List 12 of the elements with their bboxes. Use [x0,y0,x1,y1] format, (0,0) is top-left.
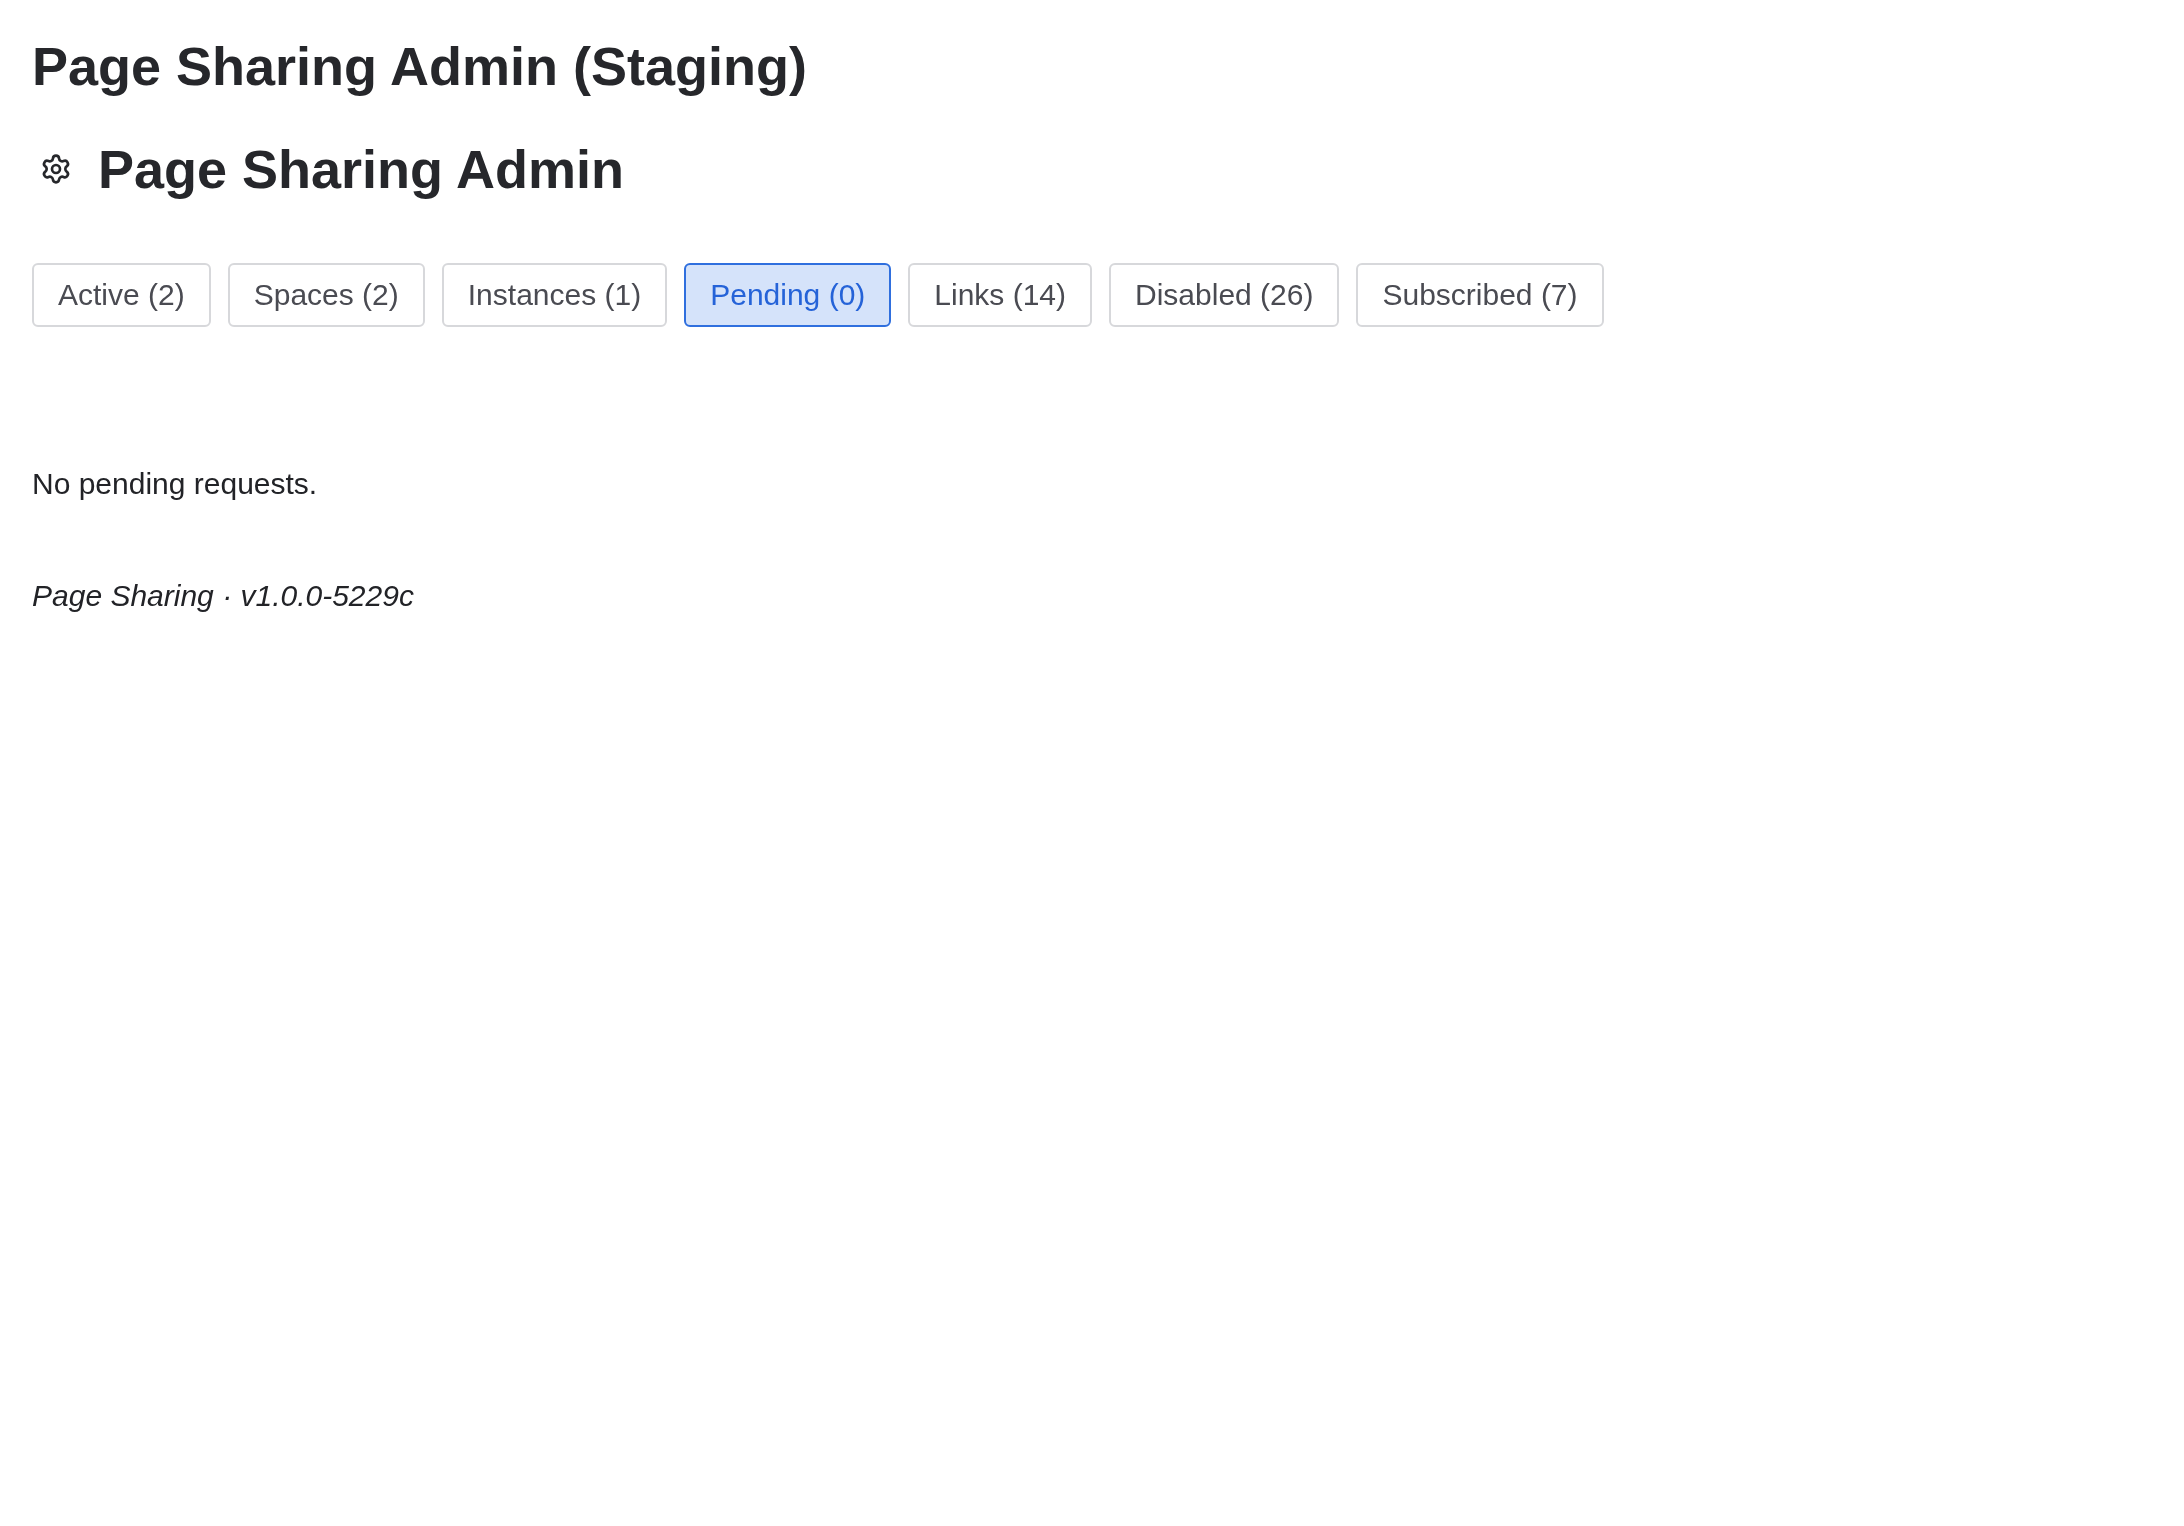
tab[interactable]: Links (14) [908,263,1093,327]
tab[interactable]: Spaces (2) [227,263,425,327]
tab[interactable]: Instances (1) [441,263,668,327]
tab[interactable]: Subscribed (7) [1356,263,1604,327]
tab[interactable]: Pending (0) [684,263,892,327]
page-title: Page Sharing Admin (Staging) [32,35,808,97]
tab[interactable]: Disabled (26) [1109,263,1340,327]
empty-message: No pending requests. [32,466,318,502]
gear-icon [40,153,72,185]
tab[interactable]: Active (2) [32,263,211,327]
version-footer: Page Sharing · v1.0.0-5229c [32,578,414,614]
admin-heading: Page Sharing Admin [98,138,625,200]
